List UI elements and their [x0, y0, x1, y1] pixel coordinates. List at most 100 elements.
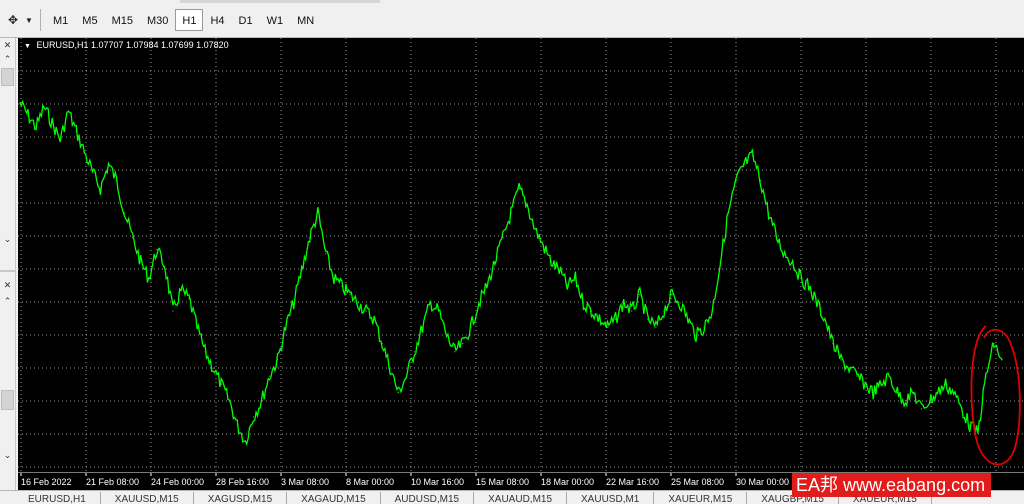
- data-point: [784, 253, 786, 255]
- price-chart[interactable]: ▼ EURUSD,H1 1.07707 1.07984 1.07699 1.07…: [18, 38, 1024, 472]
- data-point: [751, 155, 754, 157]
- data-point: [727, 212, 729, 214]
- data-point: [124, 212, 126, 214]
- data-point: [719, 261, 721, 263]
- data-point: [759, 179, 762, 181]
- data-point: [244, 440, 246, 443]
- data-point: [438, 310, 440, 312]
- data-point: [252, 416, 254, 418]
- data-point: [373, 318, 375, 320]
- data-point: [639, 294, 641, 296]
- data-point: [325, 253, 327, 255]
- grid: [18, 38, 1024, 472]
- data-point: [43, 106, 45, 108]
- data-point: [607, 326, 609, 328]
- data-point: [550, 261, 552, 263]
- scroll-thumb-bottom[interactable]: [1, 390, 14, 410]
- data-point: [341, 285, 343, 288]
- scroll-down-icon[interactable]: ⌄: [0, 232, 15, 246]
- data-point: [180, 290, 182, 292]
- data-point: [236, 424, 238, 426]
- data-point: [446, 334, 448, 336]
- data-point: [969, 424, 971, 426]
- timeframe-w1[interactable]: W1: [260, 9, 291, 31]
- scroll-up-icon[interactable]: ⌃: [0, 52, 15, 66]
- price-line-series: [19, 99, 1003, 447]
- chart-tab[interactable]: XAGAUD,M15: [287, 492, 381, 504]
- chart-window: ✕ ⌃ ⌄ ✕ ⌃ ⌄ ▼ EURUSD,H1 1.07707 1.07984 …: [0, 38, 1024, 490]
- data-point: [99, 188, 102, 190]
- data-point: [1001, 359, 1003, 361]
- data-point: [896, 392, 899, 394]
- data-point: [301, 269, 303, 271]
- data-point: [663, 310, 665, 312]
- chart-tab[interactable]: AUDUSD,M15: [381, 492, 475, 504]
- data-point: [268, 375, 271, 377]
- watermark-logo: EA邦 www.eabang.com: [792, 473, 992, 497]
- data-point: [872, 392, 874, 394]
- data-point: [912, 392, 915, 394]
- x-tick-label: 24 Feb 00:00: [151, 477, 204, 487]
- timeframe-toolbar: ✥ ▼ M1 M5 M15 M30 H1 H4 D1 W1 MN: [0, 0, 1024, 38]
- data-point: [808, 285, 810, 288]
- timeframe-h4[interactable]: H4: [203, 9, 231, 31]
- data-point: [768, 212, 770, 214]
- timeframe-m1[interactable]: M1: [46, 9, 75, 31]
- crosshair-zoom-icon[interactable]: ✥: [2, 10, 24, 30]
- scroll-thumb-top[interactable]: [1, 68, 14, 86]
- data-point: [260, 400, 263, 402]
- data-point: [840, 359, 842, 361]
- data-point: [558, 269, 560, 271]
- data-point: [864, 383, 866, 385]
- data-point: [655, 326, 657, 328]
- data-point: [19, 102, 21, 104]
- timeframe-h1[interactable]: H1: [175, 9, 204, 31]
- data-point: [848, 367, 850, 369]
- data-point: [631, 310, 633, 312]
- data-point: [83, 151, 85, 153]
- data-point: [421, 326, 424, 328]
- chart-header: ▼ EURUSD,H1 1.07707 1.07984 1.07699 1.07…: [24, 40, 229, 50]
- data-point: [470, 326, 472, 328]
- data-point: [800, 277, 802, 279]
- close-icon[interactable]: ✕: [0, 38, 15, 52]
- timeframe-m30[interactable]: M30: [140, 9, 175, 31]
- data-point: [317, 212, 319, 214]
- scroll-up-icon-2[interactable]: ⌃: [0, 294, 15, 308]
- data-point: [920, 408, 923, 410]
- data-point: [220, 383, 222, 385]
- data-point: [204, 351, 206, 353]
- chevron-down-icon[interactable]: ▼: [24, 10, 34, 30]
- chart-tab[interactable]: XAUUSD,M15: [101, 492, 194, 504]
- data-point: [904, 400, 907, 402]
- data-point: [35, 126, 37, 128]
- x-tick-label: 15 Mar 08:00: [476, 477, 529, 487]
- chart-tab[interactable]: XAUEUR,M15: [654, 492, 748, 504]
- data-point: [623, 302, 625, 304]
- data-point: [816, 302, 818, 304]
- timeframe-mn[interactable]: MN: [290, 9, 321, 31]
- timeframe-m5[interactable]: M5: [75, 9, 104, 31]
- chart-tab[interactable]: XAGUSD,M15: [194, 492, 288, 504]
- data-point: [91, 171, 93, 173]
- timeframe-d1[interactable]: D1: [232, 9, 260, 31]
- scroll-down-icon-2[interactable]: ⌄: [0, 448, 15, 462]
- chart-tab[interactable]: XAUUSD,M1: [567, 492, 655, 504]
- data-point: [59, 139, 61, 141]
- toolbar-separator: [40, 9, 41, 31]
- data-point: [542, 245, 544, 247]
- data-point: [977, 432, 979, 434]
- chart-tab[interactable]: EURUSD,H1: [14, 492, 101, 504]
- data-point: [518, 188, 520, 190]
- left-scrollbar[interactable]: ✕ ⌃ ⌄ ✕ ⌃ ⌄: [0, 38, 16, 490]
- data-point: [454, 351, 456, 353]
- data-point: [953, 392, 955, 394]
- chart-tab[interactable]: XAUAUD,M15: [474, 492, 568, 504]
- data-point: [961, 408, 963, 410]
- close-icon-2[interactable]: ✕: [0, 278, 15, 292]
- data-point: [582, 302, 585, 304]
- x-tick-label: 16 Feb 2022: [21, 477, 72, 487]
- data-point: [671, 294, 673, 296]
- data-point: [228, 400, 230, 402]
- timeframe-m15[interactable]: M15: [105, 9, 140, 31]
